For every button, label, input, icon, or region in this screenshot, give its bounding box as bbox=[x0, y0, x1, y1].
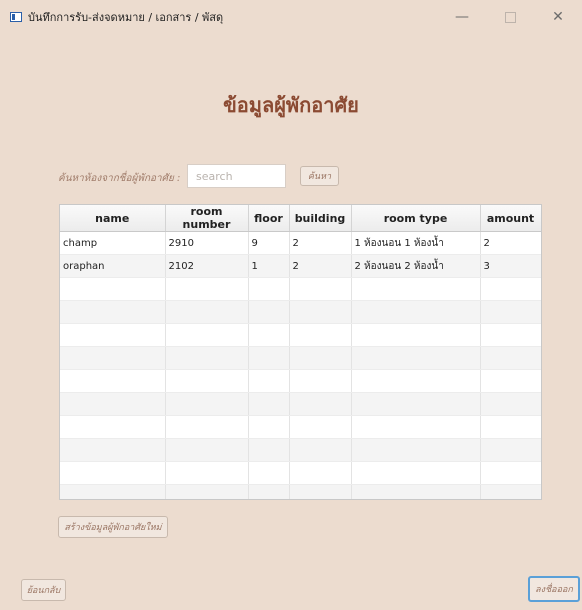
cell-floor: 9 bbox=[248, 231, 290, 255]
cell-floor: 1 bbox=[248, 254, 290, 278]
cell-building: 2 bbox=[289, 254, 352, 278]
cell-amount: 2 bbox=[480, 231, 541, 255]
maximize-button[interactable] bbox=[486, 0, 534, 34]
cell-room-type: 1 ห้องนอน 1 ห้องน้ำ bbox=[351, 231, 481, 255]
empty-row bbox=[60, 346, 541, 370]
app-window-icon bbox=[10, 12, 22, 22]
search-input[interactable] bbox=[187, 164, 286, 188]
table-row[interactable]: oraphan 2102 1 2 2 ห้องนอน 2 ห้องน้ำ 3 bbox=[60, 254, 541, 278]
cell-room-number: 2102 bbox=[165, 254, 249, 278]
column-header-building[interactable]: building bbox=[289, 205, 352, 232]
column-header-room-type[interactable]: room type bbox=[351, 205, 481, 232]
window-title: บันทึกการรับ-ส่งจดหมาย / เอกสาร / พัสดุ bbox=[28, 11, 224, 24]
close-button[interactable]: ✕ bbox=[534, 0, 582, 34]
column-header-room-number[interactable]: room number bbox=[165, 205, 249, 232]
page-title: ข้อมูลผู้พักอาศัย bbox=[223, 93, 359, 117]
table-row[interactable]: champ 2910 9 2 1 ห้องนอน 1 ห้องน้ำ 2 bbox=[60, 231, 541, 255]
cell-name: champ bbox=[60, 231, 166, 255]
cell-amount: 3 bbox=[480, 254, 541, 278]
search-label: ค้นหาห้องจากชื่อผู้พักอาศัย : bbox=[58, 173, 181, 184]
empty-row bbox=[60, 300, 541, 324]
logout-button[interactable]: ลงชื่อออก bbox=[528, 576, 580, 602]
empty-row bbox=[60, 415, 541, 439]
empty-row bbox=[60, 392, 541, 416]
create-resident-button[interactable]: สร้างข้อมูลผู้พักอาศัยใหม่ bbox=[58, 516, 168, 538]
empty-row bbox=[60, 484, 541, 499]
column-header-name[interactable]: name bbox=[60, 205, 166, 232]
empty-row bbox=[60, 461, 541, 485]
empty-row bbox=[60, 277, 541, 301]
table-header-row: name room number floor building room typ… bbox=[60, 205, 541, 232]
residents-table[interactable]: name room number floor building room typ… bbox=[59, 204, 542, 500]
back-button[interactable]: ย้อนกลับ bbox=[21, 579, 66, 601]
column-header-floor[interactable]: floor bbox=[248, 205, 290, 232]
empty-row bbox=[60, 323, 541, 347]
maximize-icon bbox=[504, 11, 516, 23]
empty-row bbox=[60, 438, 541, 462]
window-controls: — ✕ bbox=[438, 0, 582, 34]
cell-room-number: 2910 bbox=[165, 231, 249, 255]
cell-room-type: 2 ห้องนอน 2 ห้องน้ำ bbox=[351, 254, 481, 278]
minimize-button[interactable]: — bbox=[438, 0, 486, 34]
column-header-amount[interactable]: amount bbox=[480, 205, 541, 232]
cell-building: 2 bbox=[289, 231, 352, 255]
empty-row bbox=[60, 369, 541, 393]
cell-name: oraphan bbox=[60, 254, 166, 278]
search-button[interactable]: ค้นหา bbox=[300, 166, 339, 186]
title-bar: บันทึกการรับ-ส่งจดหมาย / เอกสาร / พัสดุ … bbox=[0, 0, 582, 34]
